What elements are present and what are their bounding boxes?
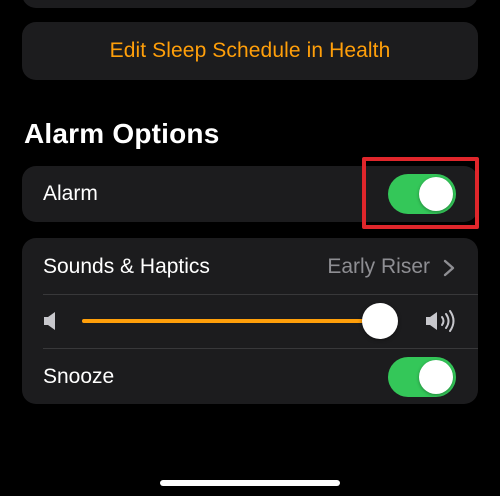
volume-slider-thumb[interactable] — [361, 303, 398, 339]
alarm-label: Alarm — [43, 182, 98, 205]
volume-slider-fill — [82, 319, 380, 323]
edit-sleep-schedule-label: Edit Sleep Schedule in Health — [109, 39, 391, 62]
chevron-right-icon — [443, 259, 455, 277]
snooze-toggle-knob — [419, 360, 453, 394]
snooze-toggle[interactable] — [388, 357, 456, 397]
snooze-label: Snooze — [43, 365, 115, 388]
speaker-high-icon — [426, 310, 455, 332]
previous-card — [22, 0, 478, 8]
highlight-annotation — [362, 157, 479, 229]
alarm-options-screen: Edit Sleep Schedule in Health Alarm Opti… — [0, 0, 500, 496]
speaker-low-icon — [44, 312, 55, 330]
alarm-options-group: Sounds & Haptics Early Riser Snooze — [22, 238, 478, 404]
divider — [43, 348, 478, 349]
edit-sleep-schedule-button[interactable]: Edit Sleep Schedule in Health — [22, 22, 478, 80]
section-title: Alarm Options — [24, 118, 220, 149]
divider — [43, 294, 478, 295]
volume-slider[interactable] — [82, 303, 398, 339]
sounds-haptics-value: Early Riser — [327, 255, 430, 278]
home-indicator — [160, 480, 340, 486]
sounds-haptics-label: Sounds & Haptics — [43, 255, 210, 278]
